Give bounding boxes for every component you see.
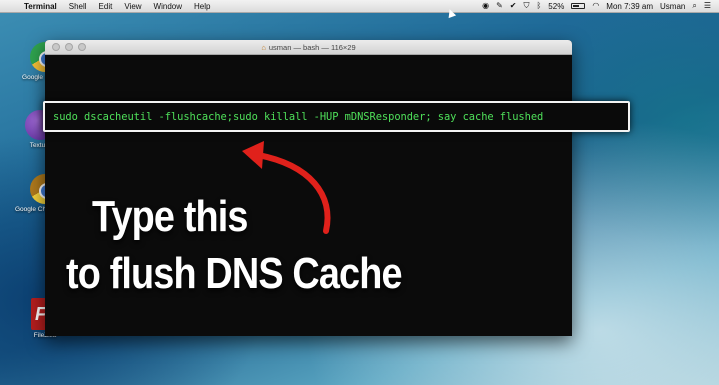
- clock[interactable]: Mon 7:39 am: [606, 2, 653, 11]
- record-icon[interactable]: ◉: [482, 1, 489, 11]
- command-text: sudo dscacheutil -flushcache;sudo killal…: [53, 110, 544, 123]
- shield-icon[interactable]: ⛉: [523, 1, 529, 11]
- feather-icon[interactable]: ✎: [496, 1, 503, 11]
- wifi-icon[interactable]: ◠: [592, 1, 599, 11]
- battery-icon[interactable]: [571, 3, 586, 9]
- command-callout: sudo dscacheutil -flushcache;sudo killal…: [43, 101, 630, 132]
- notification-center-icon[interactable]: ☰: [704, 1, 711, 11]
- menu-view[interactable]: View: [118, 2, 147, 11]
- battery-percentage[interactable]: 52%: [548, 2, 564, 11]
- checkmark-icon[interactable]: ✔: [510, 1, 517, 11]
- menu-shell[interactable]: Shell: [63, 2, 93, 11]
- annotation-arrow: [242, 141, 331, 234]
- bluetooth-icon[interactable]: ᛒ: [536, 1, 541, 11]
- window-title: ⌂ usman — bash — 116×29: [45, 43, 572, 52]
- user-name[interactable]: Usman: [660, 2, 685, 11]
- menu-window[interactable]: Window: [148, 2, 188, 11]
- menu-app-name[interactable]: Terminal: [18, 2, 63, 11]
- status-area: ◉ ✎ ✔ ⛉ ᛒ 52% ◠ Mon 7:39 am Usman ⌕ ☰: [482, 1, 719, 11]
- search-icon[interactable]: ⌕: [692, 1, 696, 11]
- window-title-text: usman — bash — 116×29: [268, 42, 356, 52]
- menu-help[interactable]: Help: [188, 2, 216, 11]
- menu-bar: Terminal Shell Edit View Window Help ◉ ✎…: [0, 0, 719, 13]
- terminal-titlebar[interactable]: ⌂ usman — bash — 116×29: [45, 40, 572, 55]
- annotation-line-1: Type this: [92, 192, 248, 241]
- annotation-line-2: to flush DNS Cache: [66, 249, 403, 298]
- menu-edit[interactable]: Edit: [93, 2, 119, 11]
- home-folder-icon: ⌂: [261, 42, 266, 52]
